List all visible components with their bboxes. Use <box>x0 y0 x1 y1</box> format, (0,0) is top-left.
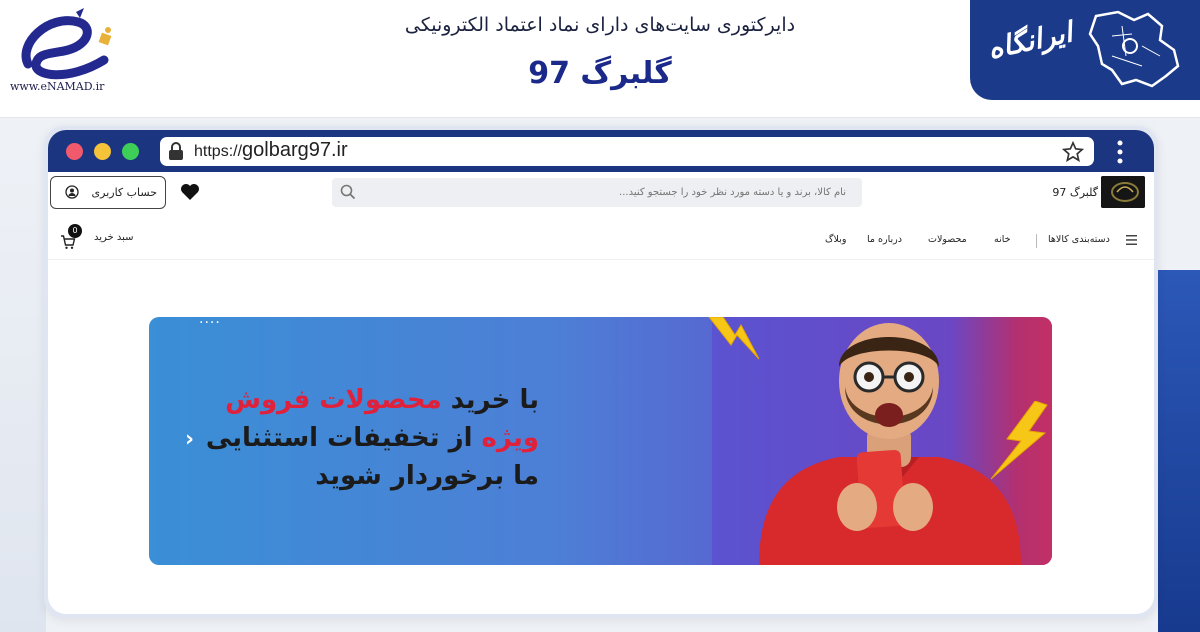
hamburger-menu-icon[interactable] <box>1126 235 1137 245</box>
enamad-url[interactable]: www.eNAMAD.ir <box>10 80 120 93</box>
brand-name[interactable]: گلبرگ 97 <box>1018 186 1098 199</box>
nav-divider <box>1036 234 1037 248</box>
browser-toolbar: https://golbarg97.ir <box>48 130 1154 172</box>
banner-line-3: ما برخوردار شوید <box>315 461 539 491</box>
search-icon[interactable] <box>340 184 356 200</box>
irangah-logo[interactable]: ایرانگاه <box>970 0 1200 100</box>
search-input[interactable] <box>362 178 852 207</box>
user-icon <box>65 185 79 199</box>
banner-line-2-highlight: ویژه <box>481 423 539 453</box>
cart-label: سبد خرید <box>94 232 134 243</box>
browser-viewport: https://golbarg97.ir حساب کاربری نام کال… <box>48 130 1154 614</box>
user-account-label: حساب کاربری <box>91 186 157 199</box>
banner-dots: .... <box>199 317 221 327</box>
nav-home[interactable]: خانه <box>994 234 1011 245</box>
decorative-panel-left <box>0 140 46 632</box>
iran-map-icon <box>1088 10 1180 88</box>
close-window-button[interactable] <box>66 143 83 160</box>
banner-line-1: با خرید محصولات فروش <box>179 381 539 419</box>
cart-count-badge: 0 <box>68 224 82 238</box>
main-navigation: 0 سبد خرید وبلاگ درباره ما محصولات خانه … <box>48 222 1154 260</box>
banner-line-2: ویژه از تخفیفات استثنایی <box>179 419 539 457</box>
user-account-button[interactable]: حساب کاربری <box>50 176 166 209</box>
search-box[interactable] <box>332 178 862 207</box>
site-header: حساب کاربری گلبرگ 97 <box>48 172 1154 216</box>
browser-frame: https://golbarg97.ir حساب کاربری نام کال… <box>44 126 1158 618</box>
irangah-logo-text: ایرانگاه <box>984 15 1076 66</box>
brand-logo[interactable] <box>1101 176 1145 208</box>
wishlist-heart-icon[interactable] <box>180 183 200 201</box>
maximize-window-button[interactable] <box>122 143 139 160</box>
nav-about[interactable]: درباره ما <box>867 234 902 245</box>
url-text: https://golbarg97.ir <box>194 139 348 162</box>
nav-products[interactable]: محصولات <box>928 234 967 245</box>
site-title: گلبرگ 97 <box>528 56 672 91</box>
browser-menu-icon[interactable] <box>1116 140 1124 164</box>
lock-icon <box>169 142 183 160</box>
nav-categories[interactable]: دسته‌بندی کالاها <box>1048 234 1110 245</box>
excited-man-with-phone-image <box>759 323 1021 565</box>
directory-header: www.eNAMAD.ir دایرکتوری سایت‌های دارای ن… <box>0 0 1200 118</box>
banner-line-1-highlight: محصولات فروش <box>225 385 442 415</box>
nav-blog[interactable]: وبلاگ <box>825 234 846 245</box>
banner-next-chevron-icon[interactable]: › <box>185 427 194 452</box>
url-domain: golbarg97.ir <box>242 139 348 161</box>
address-bar[interactable]: https://golbarg97.ir <box>160 137 1094 166</box>
banner-headline: با خرید محصولات فروش ویژه از تخفیفات است… <box>179 381 539 495</box>
banner-line-2-end: از تخفیفات استثنایی <box>205 423 482 453</box>
bookmark-star-icon[interactable] <box>1062 141 1084 163</box>
decorative-panel-right <box>1158 270 1200 632</box>
banner-line-1-start: با خرید <box>441 385 539 415</box>
cart-button[interactable]: 0 سبد خرید <box>60 224 140 254</box>
promo-banner[interactable]: .... با خرید محصولات فروش ویژه از تخفیفا… <box>149 317 1052 565</box>
minimize-window-button[interactable] <box>94 143 111 160</box>
url-protocol: https:// <box>194 143 243 160</box>
directory-title: دایرکتوری سایت‌های دارای نماد اعتماد الک… <box>404 14 796 36</box>
